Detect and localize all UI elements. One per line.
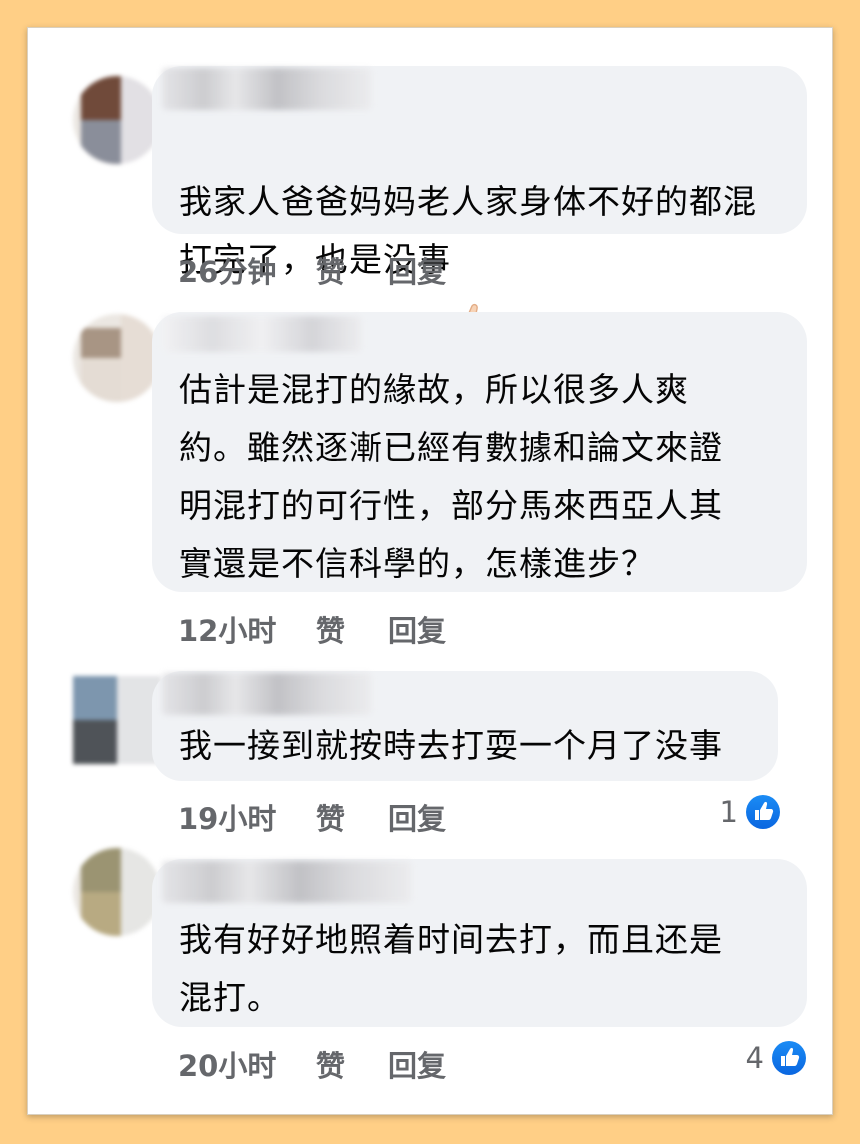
comment-bubble: 我一接到就按時去打耍一个月了没事 — [152, 671, 778, 781]
avatar-block — [73, 720, 117, 764]
comment-actions: 20小时 赞 回复 — [178, 1043, 808, 1083]
reply-button[interactable]: 回复 — [388, 1043, 446, 1085]
comment-timestamp[interactable]: 20小时 — [178, 1043, 276, 1085]
comment-text: 我有好好地照着时间去打，而且还是 混打。 — [179, 920, 723, 1017]
like-button[interactable]: 赞 — [316, 796, 345, 838]
like-button[interactable]: 赞 — [316, 1043, 345, 1085]
comment-actions: 26分钟 赞 回复 — [178, 249, 808, 289]
comment-actions: 12小时 赞 回复 — [178, 608, 808, 648]
avatar-block — [81, 358, 121, 402]
comment-timestamp[interactable]: 12小时 — [178, 608, 276, 650]
comment-bubble: 估計是混打的緣故，所以很多人爽 約。雖然逐漸已經有數據和論文來證 明混打的可行性… — [152, 312, 807, 592]
author-name-blurred[interactable] — [162, 861, 412, 903]
author-name-blurred[interactable] — [162, 68, 372, 110]
comment-text: 我一接到就按時去打耍一个月了没事 — [179, 726, 723, 765]
author-name-blurred[interactable] — [162, 673, 372, 715]
comment-bubble: 我家人爸爸妈妈老人家身体不好的都混 打完了，也是没事 — [152, 66, 807, 339]
avatar[interactable] — [73, 676, 161, 764]
avatar-block — [81, 120, 121, 164]
comments-panel: 我家人爸爸妈妈老人家身体不好的都混 打完了，也是没事 26分钟 赞 回复 估計是… — [27, 27, 833, 1115]
avatar[interactable] — [73, 848, 161, 936]
avatar-block — [81, 328, 121, 362]
reaction-summary[interactable]: 4 — [734, 1041, 806, 1077]
avatar[interactable] — [73, 314, 161, 402]
like-reaction-icon — [772, 1041, 806, 1075]
reply-button[interactable]: 回复 — [388, 249, 446, 291]
like-button[interactable]: 赞 — [316, 249, 345, 291]
reply-button[interactable]: 回复 — [388, 796, 446, 838]
comment-timestamp[interactable]: 19小时 — [178, 796, 276, 838]
reaction-count: 1 — [719, 795, 738, 829]
reply-button[interactable]: 回复 — [388, 608, 446, 650]
like-reaction-icon — [746, 795, 780, 829]
reaction-summary[interactable]: 1 — [708, 795, 780, 831]
reaction-count: 4 — [745, 1041, 764, 1075]
avatar[interactable] — [73, 76, 161, 164]
comment-text: 估計是混打的緣故，所以很多人爽 約。雖然逐漸已經有數據和論文來證 明混打的可行性… — [179, 370, 723, 583]
like-button[interactable]: 赞 — [316, 608, 345, 650]
comment-bubble: 我有好好地照着时间去打，而且还是 混打。 — [152, 859, 807, 1027]
author-name-blurred[interactable] — [162, 316, 362, 352]
avatar-block — [81, 892, 121, 936]
comment-timestamp[interactable]: 26分钟 — [178, 249, 276, 291]
